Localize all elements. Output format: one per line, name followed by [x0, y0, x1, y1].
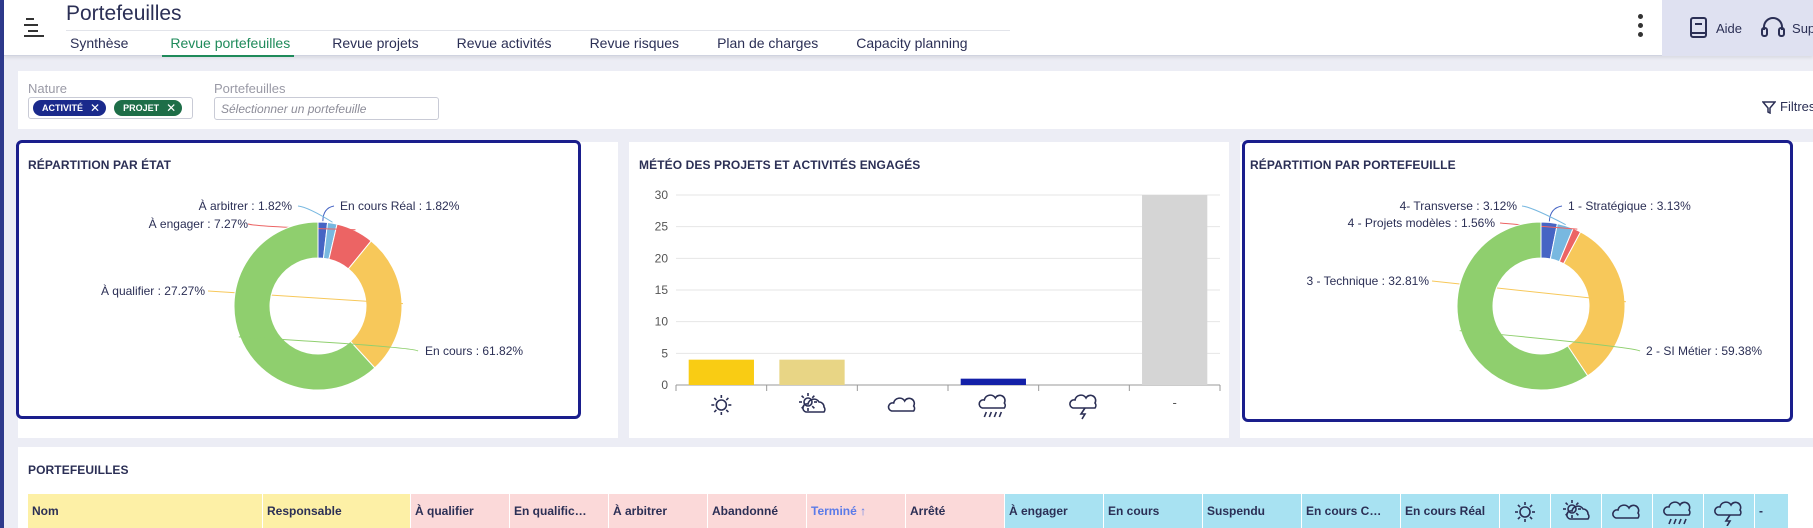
column-header[interactable]: Abandonné [708, 494, 807, 528]
column-header-sun-cloud-icon[interactable] [1551, 494, 1602, 528]
column-header-rain-icon[interactable] [1653, 494, 1704, 528]
cloud-icon [887, 397, 916, 412]
rain-icon [1663, 501, 1691, 525]
remove-tag-icon[interactable]: ✕ [90, 101, 100, 115]
column-header-sun-icon[interactable] [1500, 494, 1551, 528]
highlight-frame [1242, 140, 1793, 422]
column-header[interactable]: En cours C… [1302, 494, 1401, 528]
tag-projet: PROJET ✕ [114, 100, 183, 116]
bar[interactable] [960, 378, 1026, 385]
filters-label: Filtres [1780, 99, 1813, 114]
sun-cloud-icon [799, 393, 826, 413]
y-tick-label: 0 [661, 378, 668, 392]
tag-label: PROJET [123, 103, 160, 113]
headset-icon [1761, 17, 1786, 37]
tag-activite: ACTIVITÉ ✕ [33, 100, 107, 116]
y-tick-label: 10 [655, 315, 669, 329]
column-header[interactable]: Arrêté [906, 494, 1005, 528]
left-accent-bar [0, 0, 4, 528]
filter-icon [1762, 100, 1776, 114]
column-header[interactable]: Responsable [263, 494, 411, 528]
menu-toggle-icon[interactable] [22, 16, 48, 38]
rain-icon [978, 394, 1006, 418]
portfolio-label: Portefeuilles [214, 81, 286, 96]
y-tick-label: 20 [655, 251, 669, 265]
support-button[interactable]: Supp [1760, 16, 1813, 40]
help-button[interactable]: Aide [1688, 16, 1742, 40]
tab-5[interactable]: Plan de charges [713, 31, 818, 57]
column-header[interactable]: Nom [28, 494, 263, 528]
tab-6[interactable]: Capacity planning [852, 31, 967, 57]
table-title: PORTEFEUILLES [28, 463, 129, 477]
book-icon [1690, 17, 1707, 38]
x-tick-label: - [1172, 395, 1176, 410]
top-bar: Portefeuilles Synthèse Revue portefeuille… [4, 0, 1813, 57]
remove-tag-icon[interactable]: ✕ [166, 101, 176, 115]
sun-cloud-icon [1563, 500, 1590, 520]
highlight-frame [16, 140, 581, 419]
card-weather: MÉTÉO DES PROJETS ET ACTIVITÉS ENGAGÉS 0… [629, 142, 1229, 438]
storm-icon [1714, 501, 1742, 527]
y-tick-label: 30 [655, 188, 669, 202]
nav-tabs: Synthèse Revue portefeuilles Revue projets… [66, 30, 1010, 57]
tab-1[interactable]: Revue portefeuilles [162, 31, 295, 57]
bar[interactable] [1142, 195, 1208, 385]
page-title: Portefeuilles [66, 2, 182, 25]
column-header-cloud-icon[interactable] [1602, 494, 1653, 528]
sun-icon [711, 395, 732, 415]
sun-icon [1515, 502, 1535, 522]
portfolio-select[interactable]: Sélectionner un portefeuille [214, 97, 439, 120]
filters-button[interactable]: Filtres [1762, 99, 1813, 114]
storm-icon [1069, 394, 1097, 420]
column-header[interactable]: En qualific… [510, 494, 609, 528]
nature-label: Nature [28, 81, 68, 96]
column-header[interactable]: À engager [1005, 494, 1104, 528]
bar[interactable] [779, 359, 845, 385]
y-tick-label: 15 [655, 283, 669, 297]
none-icon: - [1172, 395, 1176, 410]
tab-2[interactable]: Revue projets [328, 31, 418, 57]
help-zone: Aide Supp [1662, 0, 1813, 56]
help-label: Aide [1716, 20, 1743, 36]
column-header[interactable]: À qualifier [411, 494, 510, 528]
tab-3[interactable]: Revue activités [453, 31, 552, 57]
tab-4[interactable]: Revue risques [586, 31, 680, 57]
cloud-icon [1612, 504, 1640, 519]
column-header[interactable]: En cours Réal [1401, 494, 1500, 528]
y-tick-label: 5 [661, 346, 668, 360]
support-label: Supp [1792, 20, 1813, 36]
more-options-icon[interactable] [1635, 14, 1645, 42]
bar[interactable] [688, 359, 754, 385]
nature-select[interactable]: ACTIVITÉ ✕ PROJET ✕ [28, 97, 193, 119]
column-header[interactable]: - [1755, 494, 1789, 528]
tag-label: ACTIVITÉ [42, 103, 84, 113]
column-header[interactable]: En cours [1104, 494, 1203, 528]
tab-0[interactable]: Synthèse [66, 31, 128, 57]
column-header[interactable]: Suspendu [1203, 494, 1302, 528]
column-header[interactable]: À arbitrer [609, 494, 708, 528]
portfolio-table-section: PORTEFEUILLES Nom Responsable À qualifier E… [18, 447, 1813, 528]
weather-bar-chart: 0 5 10 15 20 25 30 - [655, 188, 1221, 420]
filter-bar: Nature ACTIVITÉ ✕ PROJET ✕ Portefeuilles S… [18, 71, 1813, 129]
table-header: Nom Responsable À qualifier En qualific… À a… [28, 494, 1789, 528]
column-header-storm-icon[interactable] [1704, 494, 1755, 528]
column-header[interactable]: Terminé ↑ [807, 494, 906, 528]
y-tick-label: 25 [655, 220, 669, 234]
